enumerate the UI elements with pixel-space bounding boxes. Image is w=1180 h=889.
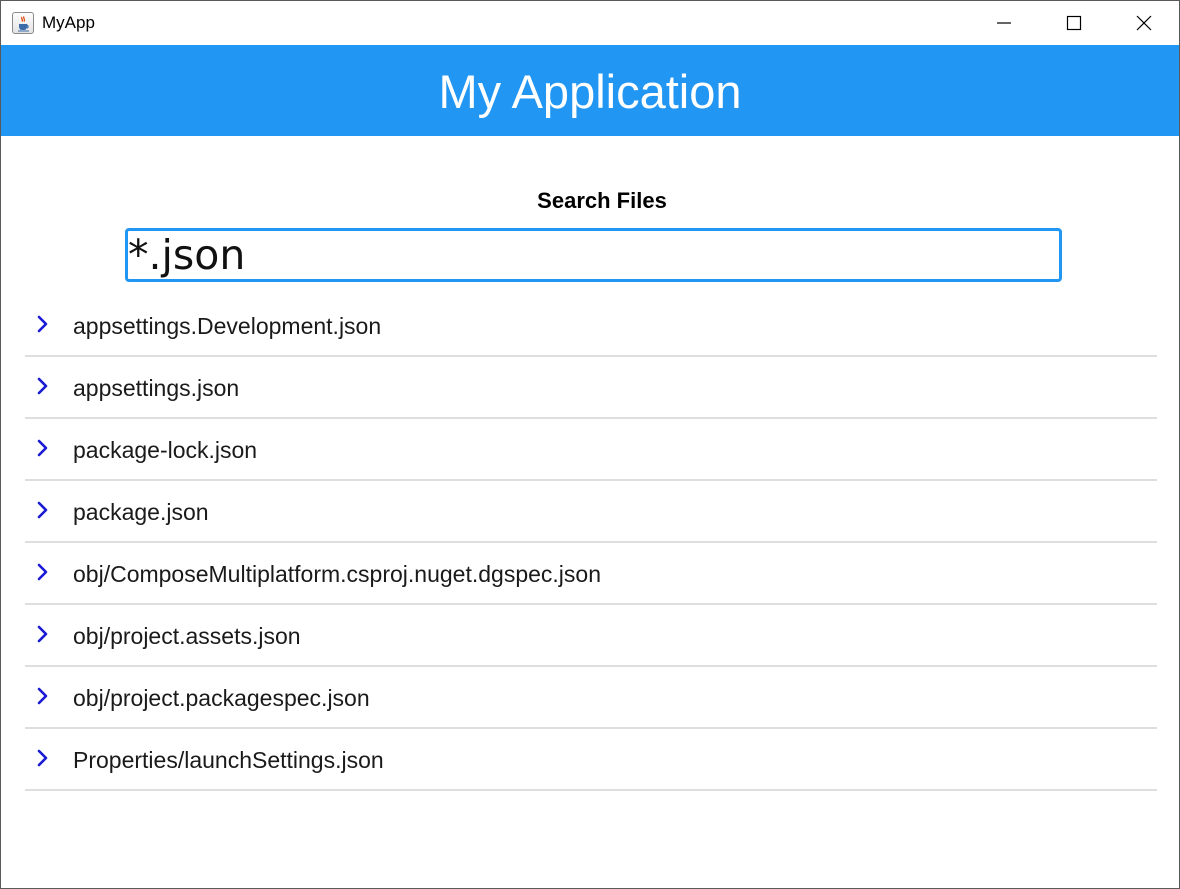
file-list-item[interactable]: package-lock.json: [25, 419, 1157, 481]
window-title: MyApp: [42, 13, 95, 32]
file-list-item[interactable]: appsettings.json: [25, 357, 1157, 419]
file-name: appsettings.Development.json: [73, 313, 382, 339]
chevron-right-icon: [37, 563, 48, 581]
app-title: My Application: [438, 64, 742, 118]
chevron-right-icon: [37, 315, 48, 333]
file-name: obj/project.packagespec.json: [73, 685, 370, 711]
search-label: Search Files: [537, 188, 667, 213]
close-button[interactable]: [1109, 1, 1179, 45]
file-name: package.json: [73, 499, 209, 525]
file-list-item[interactable]: appsettings.Development.json: [25, 295, 1157, 357]
chevron-right-icon: [37, 625, 48, 643]
file-list-item[interactable]: Properties/launchSettings.json: [25, 729, 1157, 791]
chevron-right-icon: [37, 501, 48, 519]
search-field[interactable]: [125, 228, 1062, 282]
file-list-item[interactable]: obj/project.assets.json: [25, 605, 1157, 667]
file-list-item[interactable]: obj/ComposeMultiplatform.csproj.nuget.dg…: [25, 543, 1157, 605]
file-list-item[interactable]: package.json: [25, 481, 1157, 543]
minimize-button[interactable]: [969, 1, 1039, 45]
maximize-button[interactable]: [1039, 1, 1109, 45]
title-bar[interactable]: MyApp: [1, 1, 1179, 45]
file-name: package-lock.json: [73, 437, 258, 463]
close-icon: [1136, 15, 1152, 31]
minimize-icon: [997, 22, 1011, 24]
file-name: obj/project.assets.json: [73, 623, 301, 649]
chevron-right-icon: [37, 749, 48, 767]
java-cup-icon: [12, 12, 34, 34]
file-name: Properties/launchSettings.json: [73, 747, 384, 773]
file-name: appsettings.json: [73, 375, 240, 401]
app-window: MyApp My Application Search Files appset…: [0, 0, 1180, 889]
file-list: appsettings.Development.json appsettings.…: [25, 295, 1157, 791]
top-app-bar: My Application: [1, 45, 1179, 136]
search-input[interactable]: [128, 231, 1059, 279]
maximize-icon: [1066, 15, 1082, 31]
chevron-right-icon: [37, 439, 48, 457]
file-name: obj/ComposeMultiplatform.csproj.nuget.dg…: [73, 561, 601, 587]
chevron-right-icon: [37, 687, 48, 705]
chevron-right-icon: [37, 377, 48, 395]
file-list-item[interactable]: obj/project.packagespec.json: [25, 667, 1157, 729]
